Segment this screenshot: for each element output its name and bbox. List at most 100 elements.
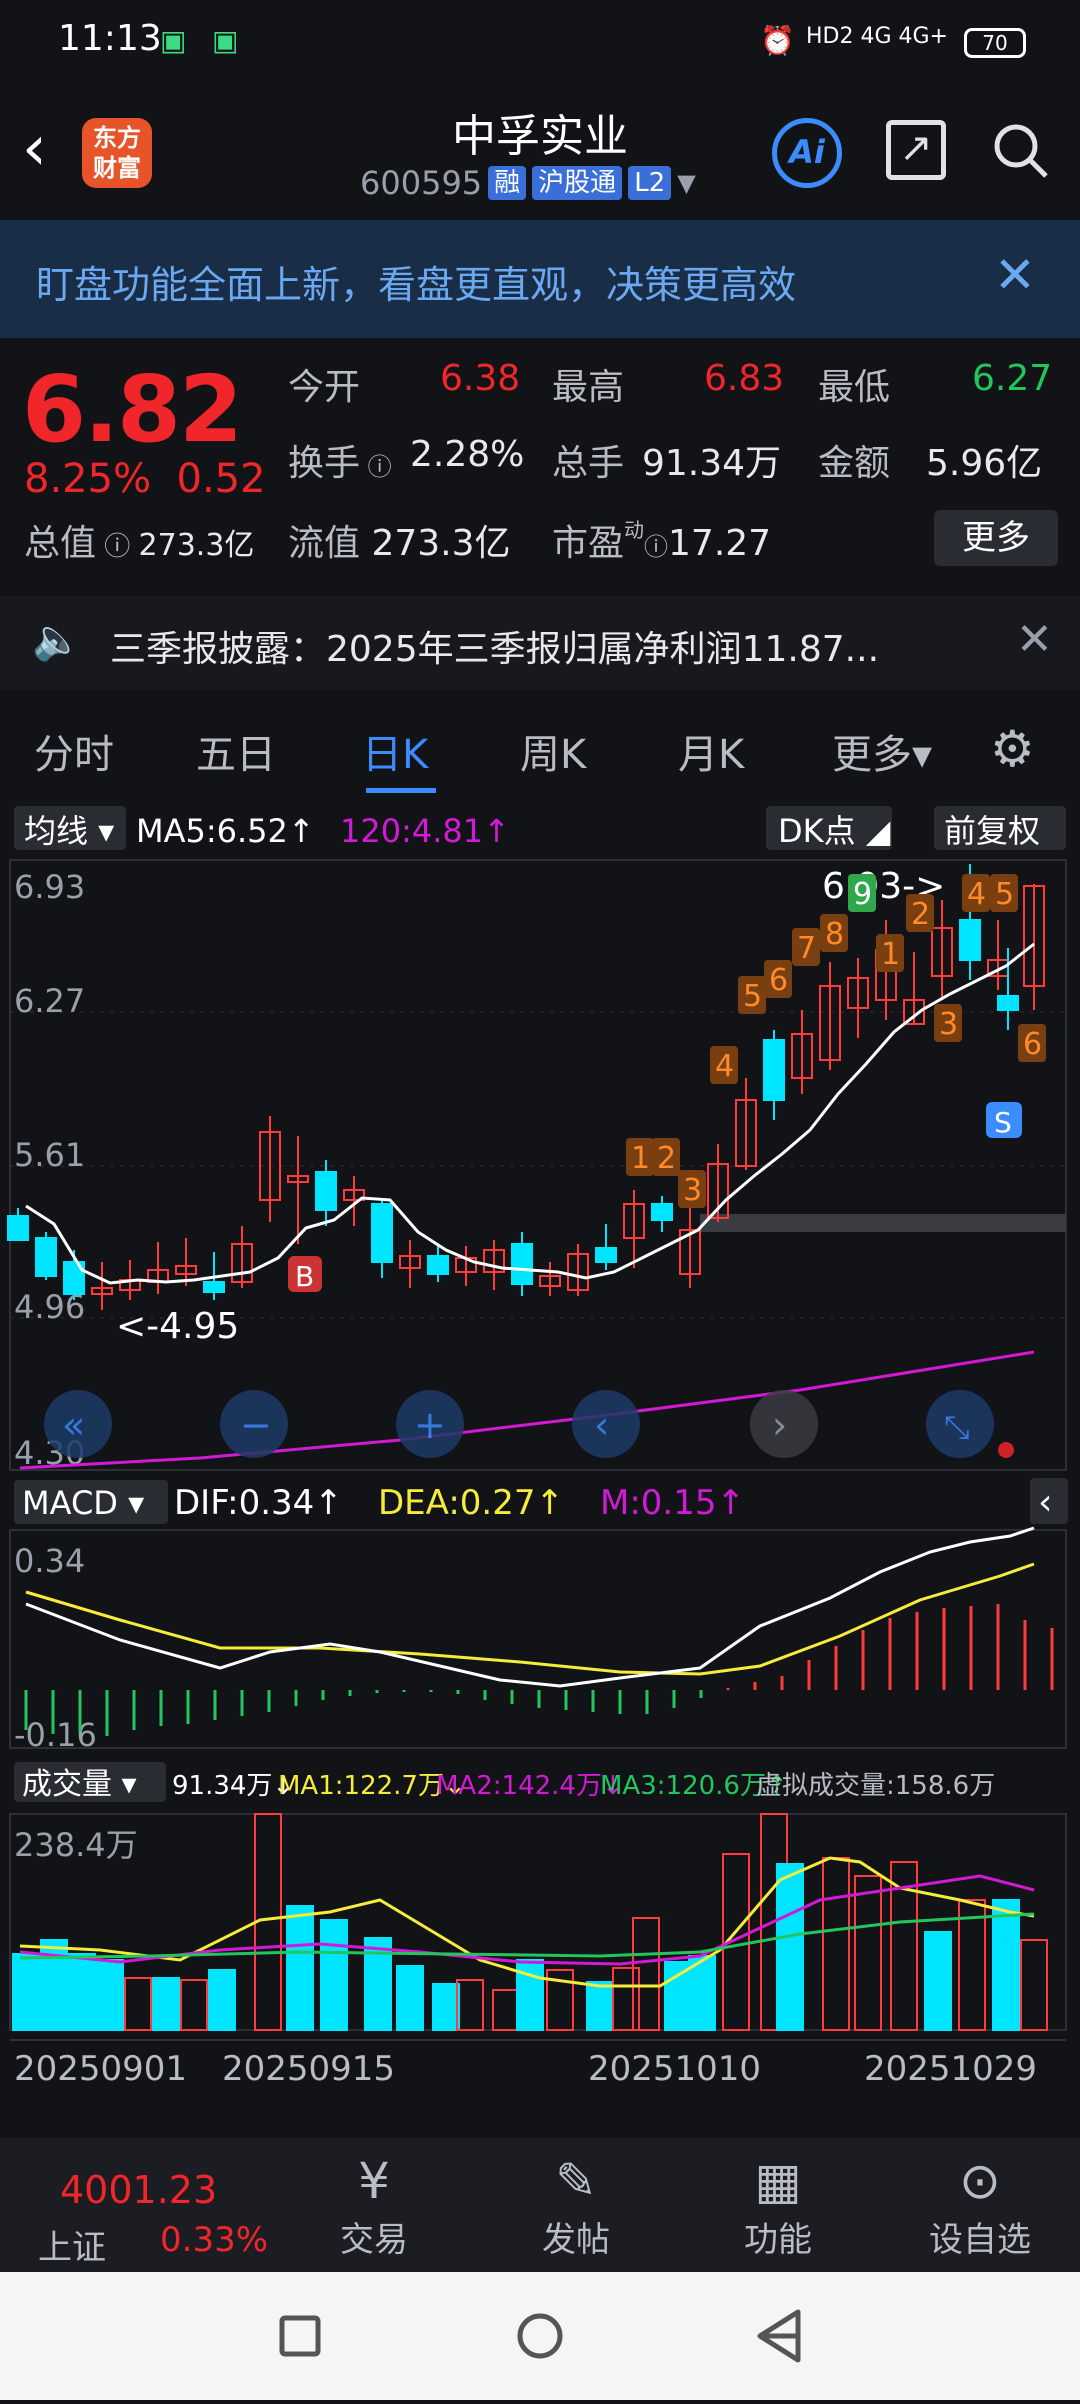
dea-value: DEA:0.27↑ (378, 1483, 564, 1523)
svg-text:‹: ‹ (594, 1403, 609, 1447)
td-sequence-badge: 5 (738, 976, 766, 1014)
td-sequence-badge: 3 (934, 1004, 962, 1042)
share-icon[interactable]: ↗ (886, 120, 946, 180)
l2-tag: L2 (628, 166, 672, 200)
date-tick: 20251010 (588, 2049, 761, 2089)
high-label-text: 最高 (552, 367, 625, 408)
ai-assistant-icon[interactable]: Ai (772, 118, 842, 188)
vol-ma2: MA2:142.4万↓ (436, 1771, 624, 1801)
system-nav (0, 2272, 1080, 2400)
svg-text:5: 5 (995, 877, 1014, 912)
volume-bar (208, 1969, 236, 2031)
tab-5day[interactable]: 五日 (196, 722, 276, 780)
total-value-label: 总值 (24, 523, 97, 564)
pe-label: 市盈 (552, 523, 625, 564)
svg-text:«: « (62, 1403, 85, 1447)
y-tick: 5.61 (14, 1136, 85, 1174)
volume-bar (776, 1863, 804, 2031)
stock-code: 600595 (360, 164, 483, 202)
edit-icon: ✎ (555, 2152, 597, 2210)
adjust-button[interactable]: 前复权 (944, 812, 1040, 850)
nav-functions[interactable]: ▦ 功能 (718, 2150, 838, 2261)
volume-bar (586, 1981, 614, 2031)
notice-text: 三季报披露：2025年三季报归属净利润11.87... (110, 629, 880, 670)
ma5-value: MA5:6.52↑ (136, 812, 315, 850)
ma120-value: 120:4.81↑ (340, 812, 510, 850)
svg-text:7: 7 (797, 931, 816, 966)
volume-bar (320, 1919, 348, 2031)
open-value: 6.38 (440, 358, 521, 399)
index-name[interactable]: 上证 (38, 2220, 106, 2269)
turnover-label-text: 换手 (288, 443, 361, 484)
stock-chart[interactable]: 均线 ▾ MA5:6.52↑ 120:4.81↑ DK点 ◢ 前复权 6.93 … (0, 800, 1080, 2130)
more-button[interactable]: 更多 (934, 510, 1058, 566)
close-icon[interactable]: ✕ (994, 246, 1036, 304)
macd-tick: 0.34 (14, 1542, 85, 1580)
volume-tick: 238.4万 (14, 1826, 138, 1864)
close-icon[interactable]: ✕ (1016, 614, 1053, 665)
stock-subtitle[interactable]: 600595 融 沪股通 L2 ▼ (360, 164, 696, 202)
volume-bar (924, 1931, 952, 2031)
tab-weekly-k[interactable]: 周K (520, 722, 586, 780)
svg-text:9: 9 (853, 877, 872, 912)
chart-tabs: 分时 五日 日K 周K 月K 更多▾ ⚙ (0, 700, 1080, 796)
top-bar: ‹ 东方财富 中孚实业 600595 融 沪股通 L2 ▼ Ai ↗ (0, 84, 1080, 220)
macd-selector[interactable]: MACD ▾ (22, 1484, 144, 1522)
last-price: 6.82 (22, 356, 243, 463)
nav-watchlist[interactable]: ⊙ 设自选 (920, 2150, 1040, 2261)
td-sequence-badge: 7 (792, 928, 820, 966)
float-value: 273.3亿 (371, 523, 511, 564)
price-change: 8.25% 0.52 (24, 456, 266, 502)
high-label: 最高 (552, 358, 624, 410)
tab-intraday[interactable]: 分时 (34, 722, 114, 780)
search-icon[interactable] (992, 122, 1050, 180)
svg-text:−: − (240, 1403, 272, 1447)
svg-text:6: 6 (1023, 1027, 1042, 1062)
earnings-notice[interactable]: 🔈 三季报披露：2025年三季报归属净利润11.87... ✕ (0, 596, 1080, 690)
volume-bar (12, 1953, 40, 2031)
banner-text: 盯盘功能全面上新，看盘更直观，决策更高效 (36, 263, 797, 307)
svg-text:4: 4 (967, 877, 986, 912)
svg-text:‹: ‹ (1038, 1482, 1052, 1523)
svg-text:+: + (414, 1403, 446, 1447)
virtual-volume: 虚拟成交量:158.6万 (756, 1771, 995, 1801)
dif-value: DIF:0.34↑ (174, 1483, 343, 1523)
ma-selector[interactable]: 均线 ▾ (24, 812, 114, 850)
tab-daily-k[interactable]: 日K (362, 722, 428, 780)
battery-icon: 70 (964, 28, 1026, 58)
low-marker: <-4.95 (116, 1306, 239, 1347)
dk-button[interactable]: DK点 ◢ (778, 812, 891, 850)
index-value[interactable]: 4001.23 (60, 2168, 217, 2212)
tab-monthly-k[interactable]: 月K (678, 722, 744, 780)
nav-functions-label: 功能 (744, 2220, 812, 2260)
price-band (700, 1214, 1066, 1232)
high-value: 6.83 (704, 358, 785, 399)
volume-bar (432, 1983, 460, 2031)
change-percent: 8.25% (24, 456, 152, 502)
tab-more[interactable]: 更多▾ (832, 722, 932, 780)
back-nav-icon[interactable] (757, 2309, 801, 2363)
td-sequence-badge: 3 (678, 1170, 706, 1208)
index-change[interactable]: 0.33% (160, 2220, 268, 2260)
volume-selector[interactable]: 成交量 ▾ (22, 1767, 137, 1802)
app-notification-icon: ▣ (160, 24, 187, 57)
more-dots-icon: ⊙ (959, 2152, 1001, 2210)
td-sequence-badge: 6 (1018, 1024, 1046, 1062)
quote-panel: 6.82 8.25% 0.52 总值 ⓘ 273.3亿 今开 6.38 最高 6… (0, 338, 1080, 590)
nav-trade[interactable]: ¥ 交易 (314, 2150, 434, 2261)
td-sequence-badge: 2 (906, 894, 934, 932)
recents-icon[interactable] (279, 2315, 321, 2357)
feature-banner[interactable]: 盯盘功能全面上新，看盘更直观，决策更高效 ✕ (0, 220, 1080, 338)
volume-bar (516, 1959, 544, 2031)
nav-post[interactable]: ✎ 发帖 (516, 2150, 636, 2261)
nav-watchlist-label: 设自选 (929, 2220, 1031, 2260)
home-icon[interactable] (517, 2313, 563, 2359)
svg-text:3: 3 (939, 1007, 958, 1042)
svg-text:2: 2 (911, 897, 930, 932)
td-sequence-badge: 4 (710, 1046, 738, 1084)
gear-icon[interactable]: ⚙ (990, 720, 1035, 778)
status-bar: 11:13 ▣ ▣ ⏰ HD2 4G 4G+ 70 (0, 0, 1080, 84)
svg-text:›: › (772, 1403, 787, 1447)
pe-cell: 市盈动ⓘ17.27 (552, 518, 772, 564)
y-tick: 6.27 (14, 982, 85, 1020)
